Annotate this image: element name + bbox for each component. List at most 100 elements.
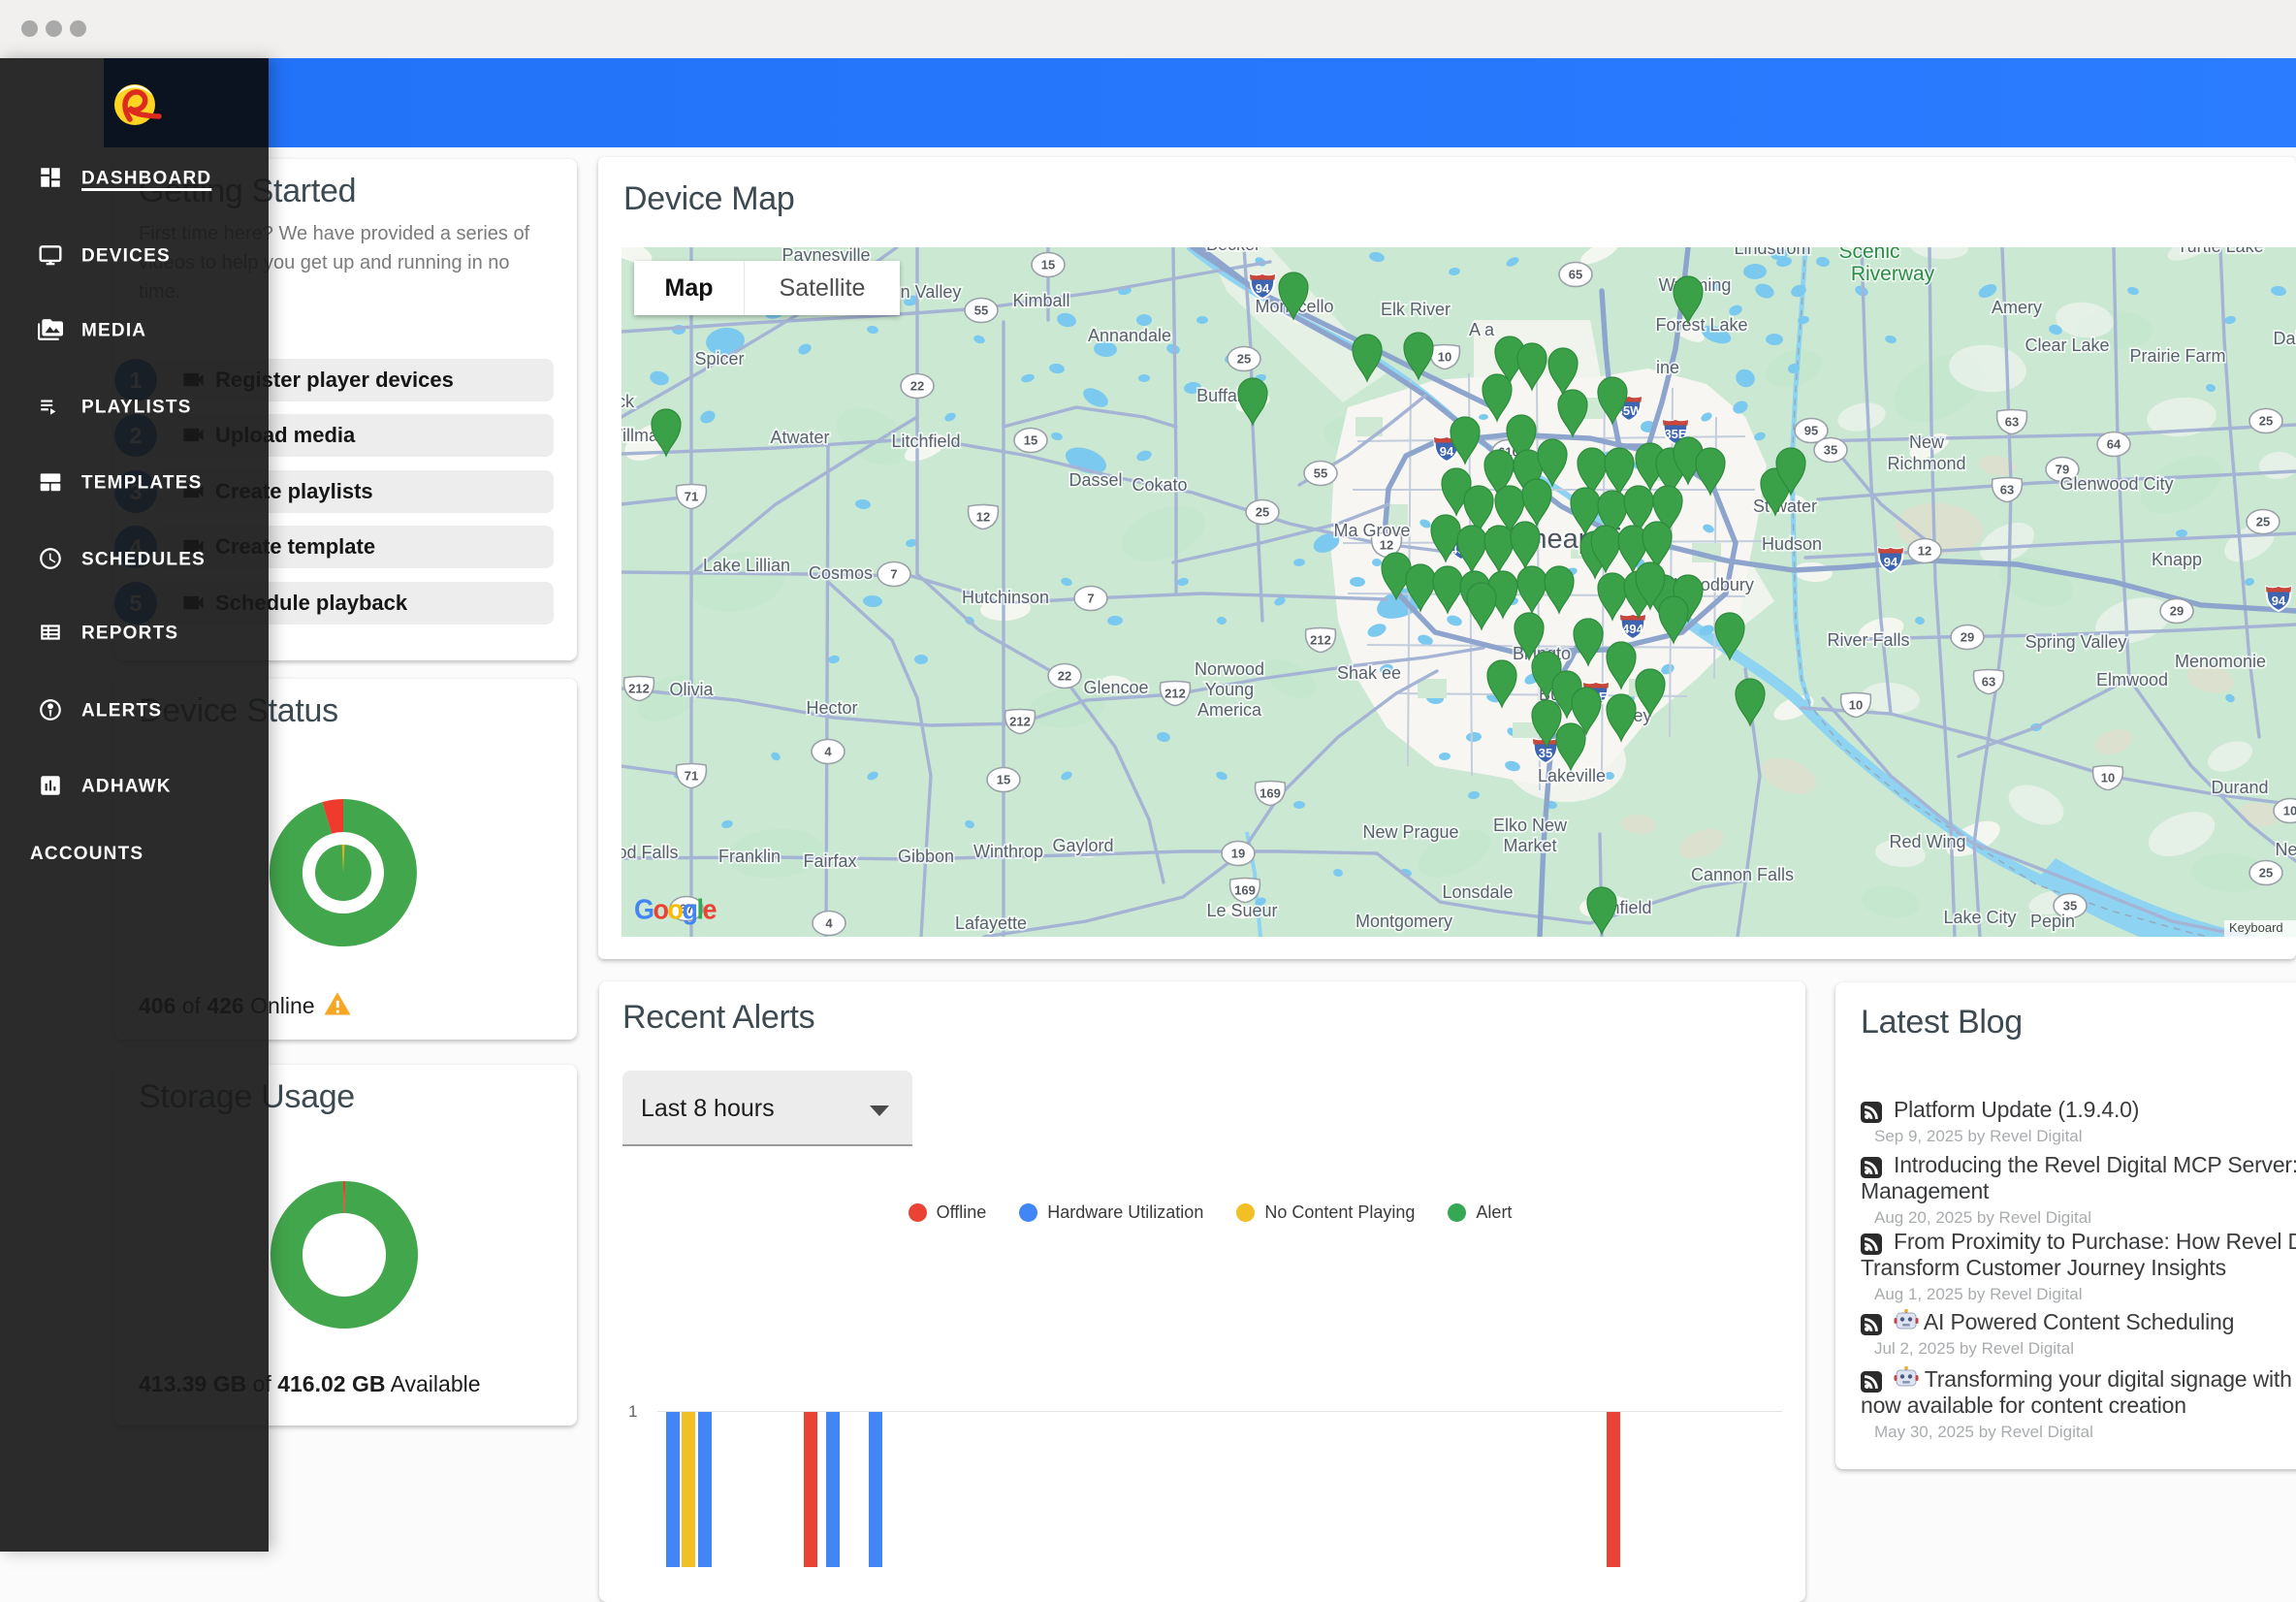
svg-text:Riverway: Riverway [1851,263,1935,285]
svg-text:Cokato: Cokato [1132,475,1187,495]
svg-text:212: 212 [1009,714,1031,728]
svg-text:Forest Lake: Forest Lake [1655,315,1747,335]
svg-text:New Prague: New Prague [1362,822,1458,842]
svg-text:Knapp: Knapp [2152,550,2202,569]
svg-text:Dassel: Dassel [1068,470,1122,490]
svg-text:River Falls: River Falls [1827,630,1909,650]
svg-text:Norwood: Norwood [1195,659,1264,679]
svg-text:Prairie Farm: Prairie Farm [2129,346,2225,366]
svg-text:212: 212 [1310,632,1331,647]
svg-text:Elk River: Elk River [1381,300,1451,319]
svg-text:63: 63 [1982,674,1995,689]
svg-text:Lake Lillian: Lake Lillian [703,556,790,575]
svg-text:212: 212 [1164,686,1186,700]
svg-text:Durand: Durand [2211,778,2268,797]
svg-text:7: 7 [1087,591,1094,605]
svg-text:63: 63 [2005,414,2019,429]
svg-text:Atwater: Atwater [770,428,829,447]
svg-text:Turtle Lake: Turtle Lake [2177,247,2263,256]
svg-text:Kimball: Kimball [1012,291,1069,310]
svg-text:25: 25 [1237,351,1251,366]
svg-text:ck: ck [622,392,635,411]
svg-text:Fairfax: Fairfax [803,851,856,871]
svg-text:494: 494 [1622,622,1643,636]
svg-text:10: 10 [1849,697,1863,712]
svg-text:Hutchinson: Hutchinson [962,588,1049,607]
svg-text:64: 64 [2107,436,2121,451]
svg-text:71: 71 [685,489,698,503]
svg-text:Nel: Nel [2275,840,2296,859]
svg-text:10: 10 [2101,770,2115,785]
svg-text:94: 94 [2272,593,2286,608]
svg-text:Glencoe: Glencoe [1083,678,1148,697]
svg-text:7: 7 [890,566,897,581]
svg-text:Olivia: Olivia [669,680,714,699]
svg-text:Scenic: Scenic [1838,247,1899,263]
svg-text:n Valley: n Valley [901,282,962,302]
svg-text:25: 25 [1256,504,1269,519]
svg-text:ine: ine [1656,358,1679,377]
svg-text:Lindstrom: Lindstrom [1734,247,1810,258]
svg-text:Young: Young [1205,680,1254,699]
svg-text:New: New [1909,433,1945,452]
svg-text:35: 35 [1824,442,1837,457]
svg-text:Gaylord: Gaylord [1052,836,1113,855]
svg-text:Montgomery: Montgomery [1355,912,1452,931]
svg-text:95: 95 [1804,423,1818,437]
svg-text:Red Wing: Red Wing [1889,832,1965,851]
svg-text:Annandale: Annandale [1088,326,1171,345]
svg-text:55: 55 [974,303,988,317]
svg-text:Menomonie: Menomonie [2175,652,2266,671]
svg-text:Dall: Dall [2273,329,2296,348]
svg-text:od Falls: od Falls [622,843,679,862]
svg-text:Litchfield: Litchfield [891,432,960,451]
svg-text:Pepin: Pepin [2030,912,2075,931]
svg-text:94: 94 [1884,555,1898,569]
svg-text:Lake City: Lake City [1943,908,2016,927]
svg-text:Lafayette: Lafayette [955,913,1027,933]
svg-text:19: 19 [1231,846,1245,860]
svg-text:Lonsdale: Lonsdale [1442,882,1513,902]
svg-text:A a: A a [1469,320,1495,339]
svg-text:Clear Lake: Clear Lake [2025,336,2109,355]
svg-text:America: America [1197,700,1262,720]
svg-text:29: 29 [2170,603,2184,618]
svg-text:12: 12 [1918,543,1931,558]
svg-text:22: 22 [910,378,924,393]
svg-text:Market: Market [1503,836,1556,855]
svg-text:71: 71 [685,768,698,783]
svg-text:212: 212 [628,681,650,695]
svg-text:Hector: Hector [806,698,857,718]
svg-text:Le Sueur: Le Sueur [1206,901,1277,920]
svg-text:63: 63 [2000,482,2014,497]
svg-text:15: 15 [997,772,1010,786]
svg-text:22: 22 [1058,668,1071,683]
svg-text:29: 29 [1961,629,1974,644]
svg-text:10: 10 [1438,349,1451,364]
svg-text:169: 169 [1234,882,1256,897]
svg-text:Glenwood City: Glenwood City [2059,474,2173,494]
svg-text:Cannon Falls: Cannon Falls [1691,865,1794,884]
svg-text:Franklin: Franklin [718,847,781,866]
svg-text:4: 4 [824,744,832,758]
svg-text:Richmond: Richmond [1887,454,1965,473]
svg-text:15: 15 [1024,433,1037,447]
svg-text:Spicer: Spicer [694,349,744,368]
svg-text:Elmwood: Elmwood [2096,670,2168,689]
svg-text:55: 55 [1314,465,1327,480]
svg-text:Cosmos: Cosmos [809,563,873,583]
svg-text:65: 65 [1569,267,1582,281]
svg-text:Amery: Amery [1992,298,2042,317]
svg-text:94: 94 [1440,444,1454,459]
svg-text:4: 4 [825,915,833,930]
svg-text:94: 94 [1256,281,1270,296]
svg-text:25: 25 [2259,865,2273,880]
svg-text:Elko New: Elko New [1493,816,1568,835]
svg-text:Ma Grove: Ma Grove [1333,521,1410,540]
svg-text:10: 10 [2283,803,2296,817]
svg-text:169: 169 [1260,785,1281,800]
svg-text:Hudson: Hudson [1762,534,1822,554]
svg-text:Spring Valley: Spring Valley [2025,632,2127,652]
svg-text:35: 35 [1539,746,1552,760]
svg-text:12: 12 [976,509,990,524]
